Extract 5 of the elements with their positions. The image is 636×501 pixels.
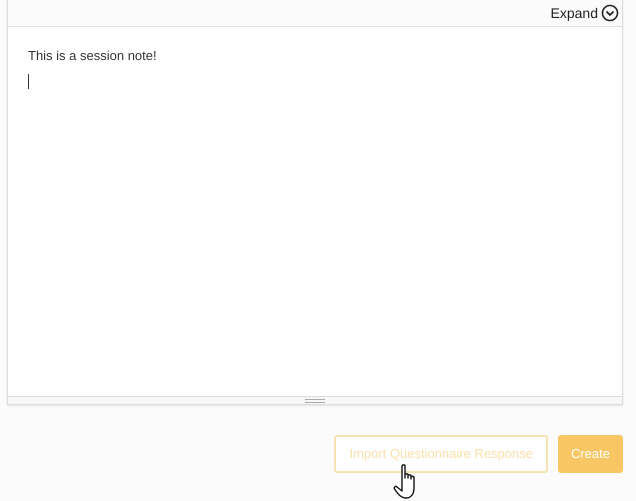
expand-button[interactable]: Expand [550,2,619,24]
resize-handle[interactable] [305,398,325,402]
text-caret [28,74,29,88]
chevron-down-icon [601,4,619,22]
text-editor[interactable]: This is a session note! [8,27,622,396]
